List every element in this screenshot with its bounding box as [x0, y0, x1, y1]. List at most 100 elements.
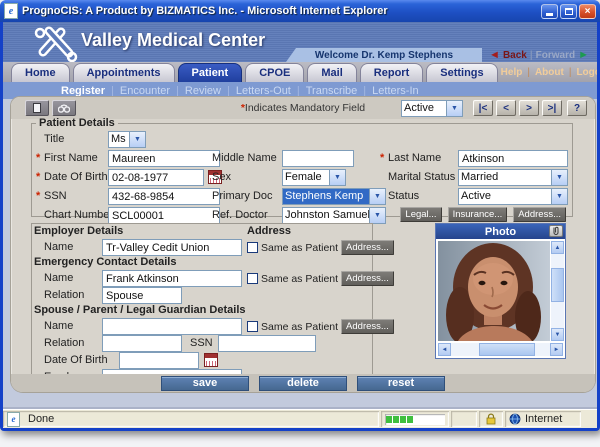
address-button[interactable]: Address... [513, 207, 566, 222]
logout-link[interactable]: Logout [576, 67, 597, 78]
next-record-button[interactable]: > [519, 100, 539, 116]
guardian-relation-input[interactable] [102, 335, 182, 352]
middle-name-label: Middle Name [212, 152, 277, 164]
last-record-button[interactable]: >| [542, 100, 562, 116]
tab-patient[interactable]: Patient [178, 63, 243, 82]
dob-label: Date Of Birth [44, 171, 108, 183]
status-select[interactable]: Active ▼ [458, 188, 568, 205]
emergency-relation-input[interactable] [102, 287, 182, 304]
chart-number-input[interactable] [108, 207, 220, 224]
guardian-same-as-patient-checkbox[interactable] [247, 321, 258, 332]
guardian-ssn-input[interactable] [218, 335, 316, 352]
forward-link[interactable]: Forward [536, 50, 575, 61]
maximize-button[interactable] [560, 4, 577, 19]
guardian-relation-label: Relation [44, 337, 84, 349]
scroll-right-icon[interactable]: ► [550, 343, 563, 356]
same-as-patient-label: Same as Patient [261, 242, 338, 254]
about-link[interactable]: About [535, 67, 564, 78]
employer-address-button[interactable]: Address... [341, 240, 394, 255]
separator: | [111, 85, 114, 97]
help-button[interactable]: ? [567, 100, 587, 116]
first-name-input[interactable] [108, 150, 220, 167]
search-button[interactable] [52, 100, 76, 116]
delete-button[interactable]: delete [259, 376, 347, 391]
photo-horizontal-scrollbar[interactable]: ◄ ► [438, 343, 563, 356]
subnav-encounter[interactable]: Encounter [120, 85, 170, 97]
title-select[interactable]: Ms ▼ [108, 131, 146, 148]
employer-name-input[interactable] [102, 239, 242, 256]
tab-home[interactable]: Home [11, 63, 70, 82]
resize-grip[interactable] [583, 411, 597, 427]
subnav-register[interactable]: Register [61, 85, 105, 97]
tab-appointments[interactable]: Appointments [73, 63, 175, 82]
form-row: Name Same as Patient Address... [34, 270, 370, 287]
browser-viewport: Valley Medical Center Welcome Dr. Kemp S… [3, 22, 597, 428]
primary-doc-select[interactable]: Stephens Kemp ▼ [282, 188, 386, 205]
horizontal-scroll-thumb[interactable] [479, 343, 535, 356]
emergency-name-input[interactable] [102, 270, 242, 287]
form-row: Relation SSN [34, 335, 370, 352]
chart-number-label: Chart Number [44, 209, 113, 221]
first-record-button[interactable]: |< [473, 100, 493, 116]
subnav-transcribe[interactable]: Transcribe [306, 85, 358, 97]
mandatory-asterisk: * [36, 190, 40, 202]
subnav-letters-in[interactable]: Letters-In [372, 85, 418, 97]
ref-doctor-select[interactable]: Johnston Samuel ▼ [282, 207, 386, 224]
clinic-name: Valley Medical Center [81, 30, 265, 51]
status-filter-select[interactable]: Active ▼ [401, 100, 463, 117]
form-row: * SSN Primary Doc Stephens Kemp ▼ Status… [34, 187, 570, 206]
help-link[interactable]: Help [501, 67, 523, 78]
subnav-letters-out[interactable]: Letters-Out [236, 85, 291, 97]
insurance-button[interactable]: Insurance... [448, 207, 508, 222]
clinic-logo-icon [29, 24, 81, 62]
legal-button[interactable]: Legal... [400, 207, 441, 222]
sex-select[interactable]: Female ▼ [282, 169, 346, 186]
zone-label: Internet [525, 413, 562, 425]
scroll-up-icon[interactable]: ▲ [551, 241, 564, 254]
ssn-input[interactable] [108, 188, 220, 205]
scroll-left-icon[interactable]: ◄ [438, 343, 451, 356]
progress-indicator [385, 414, 445, 425]
calendar-icon[interactable] [204, 353, 218, 367]
mandatory-asterisk: * [380, 152, 384, 164]
attach-photo-button[interactable] [549, 225, 563, 237]
main-tab-bar: Home Appointments Patient CPOE Mail Repo… [3, 62, 597, 82]
zone-cell: Internet [505, 411, 581, 427]
new-record-button[interactable] [25, 100, 49, 116]
tab-report[interactable]: Report [360, 63, 423, 82]
previous-record-button[interactable]: < [496, 100, 516, 116]
emergency-name-label: Name [44, 272, 73, 284]
marital-status-select[interactable]: Married ▼ [458, 169, 568, 186]
form-row: Name Same as Patient Address... [34, 318, 370, 335]
save-button[interactable]: save [161, 376, 249, 391]
ie-logo-icon: e [4, 3, 18, 19]
reset-button[interactable]: reset [357, 376, 445, 391]
first-name-label: First Name [44, 152, 98, 164]
emergency-same-as-patient-checkbox[interactable] [247, 273, 258, 284]
minimize-button[interactable] [541, 4, 558, 19]
tab-mail[interactable]: Mail [307, 63, 356, 82]
guardian-address-button[interactable]: Address... [341, 319, 394, 334]
status-bar: e Done Internet [3, 409, 597, 428]
dob-input[interactable] [108, 169, 204, 186]
last-name-input[interactable] [458, 150, 568, 167]
guardian-dob-input[interactable] [119, 352, 199, 369]
guardian-name-input[interactable] [102, 318, 242, 335]
tab-settings[interactable]: Settings [426, 63, 497, 82]
form-row: * First Name Middle Name * Last Name [34, 149, 570, 168]
close-button[interactable]: × [579, 4, 596, 19]
subnav-review[interactable]: Review [185, 85, 221, 97]
vertical-scroll-thumb[interactable] [551, 268, 564, 302]
emergency-contact-header: Emergency Contact Details [34, 256, 370, 270]
middle-name-input[interactable] [282, 150, 354, 167]
register-panel: *Indicates Mandatory Field Active ▼ | [11, 97, 595, 392]
new-document-icon [33, 103, 41, 113]
form-row: Date Of Birth [34, 352, 370, 369]
photo-vertical-scrollbar[interactable]: ▲ ▼ [551, 241, 564, 341]
back-link[interactable]: Back [503, 50, 527, 61]
tab-cpoe[interactable]: CPOE [245, 63, 304, 82]
chevron-down-icon: ▼ [551, 189, 567, 204]
emergency-address-button[interactable]: Address... [341, 271, 394, 286]
employer-same-as-patient-checkbox[interactable] [247, 242, 258, 253]
scroll-down-icon[interactable]: ▼ [551, 328, 564, 341]
